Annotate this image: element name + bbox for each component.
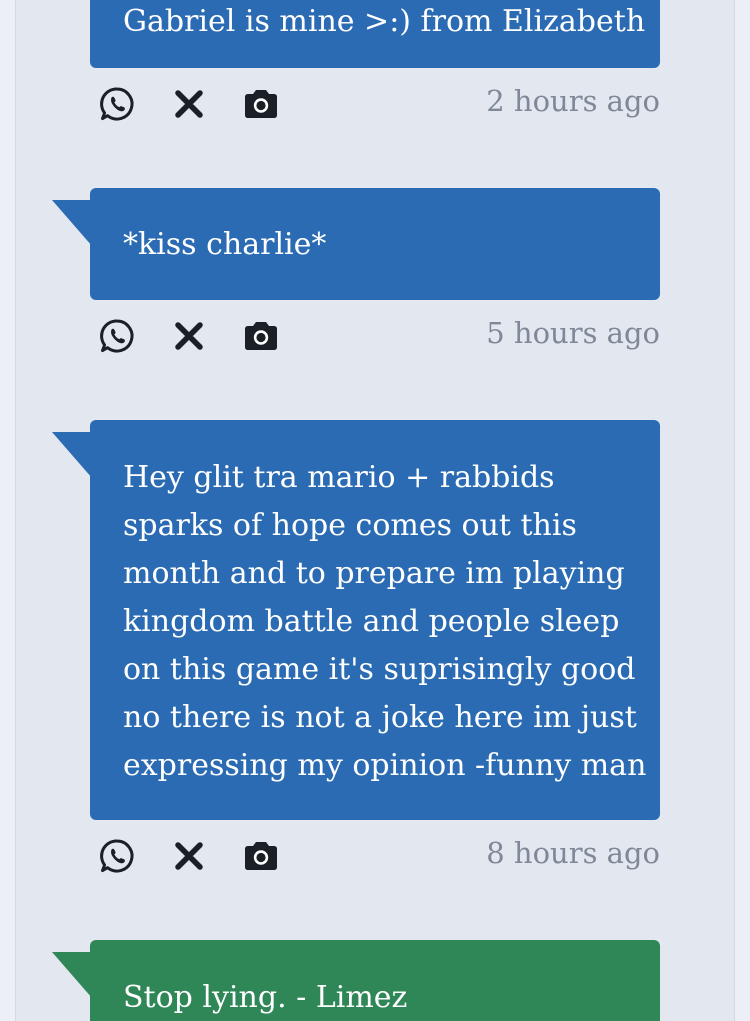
message-text: Gabriel is mine >:) from Elizabeth [123, 4, 646, 39]
message-bubble: Gabriel is mine >:) from Elizabeth [90, 0, 660, 68]
camera-icon[interactable] [242, 837, 280, 875]
message-bubble: Stop lying. - Limez [90, 940, 660, 1021]
message-actions [98, 84, 314, 124]
camera-icon[interactable] [242, 85, 280, 123]
messages-panel: Gabriel is mine >:) from Elizabeth 2 hou… [15, 0, 735, 1021]
x-icon[interactable] [170, 317, 208, 355]
message-text: Hey glit tra mario + rabbids sparks of h… [123, 460, 647, 783]
whatsapp-icon[interactable] [98, 85, 136, 123]
bubble-tail [52, 432, 92, 478]
whatsapp-icon[interactable] [98, 317, 136, 355]
bubble-tail [52, 200, 92, 246]
message-timestamp: 8 hours ago [486, 836, 660, 870]
camera-icon[interactable] [242, 317, 280, 355]
x-icon[interactable] [170, 837, 208, 875]
whatsapp-icon[interactable] [98, 837, 136, 875]
message-text: Stop lying. - Limez [123, 980, 408, 1015]
message-actions [98, 316, 314, 356]
bubble-tail [52, 952, 92, 998]
message-timestamp: 5 hours ago [486, 316, 660, 350]
message-actions [98, 836, 314, 876]
message-bubble: *kiss charlie* [90, 188, 660, 300]
message-timestamp: 2 hours ago [486, 84, 660, 118]
x-icon[interactable] [170, 85, 208, 123]
message-bubble: Hey glit tra mario + rabbids sparks of h… [90, 420, 660, 820]
message-text: *kiss charlie* [123, 227, 327, 262]
